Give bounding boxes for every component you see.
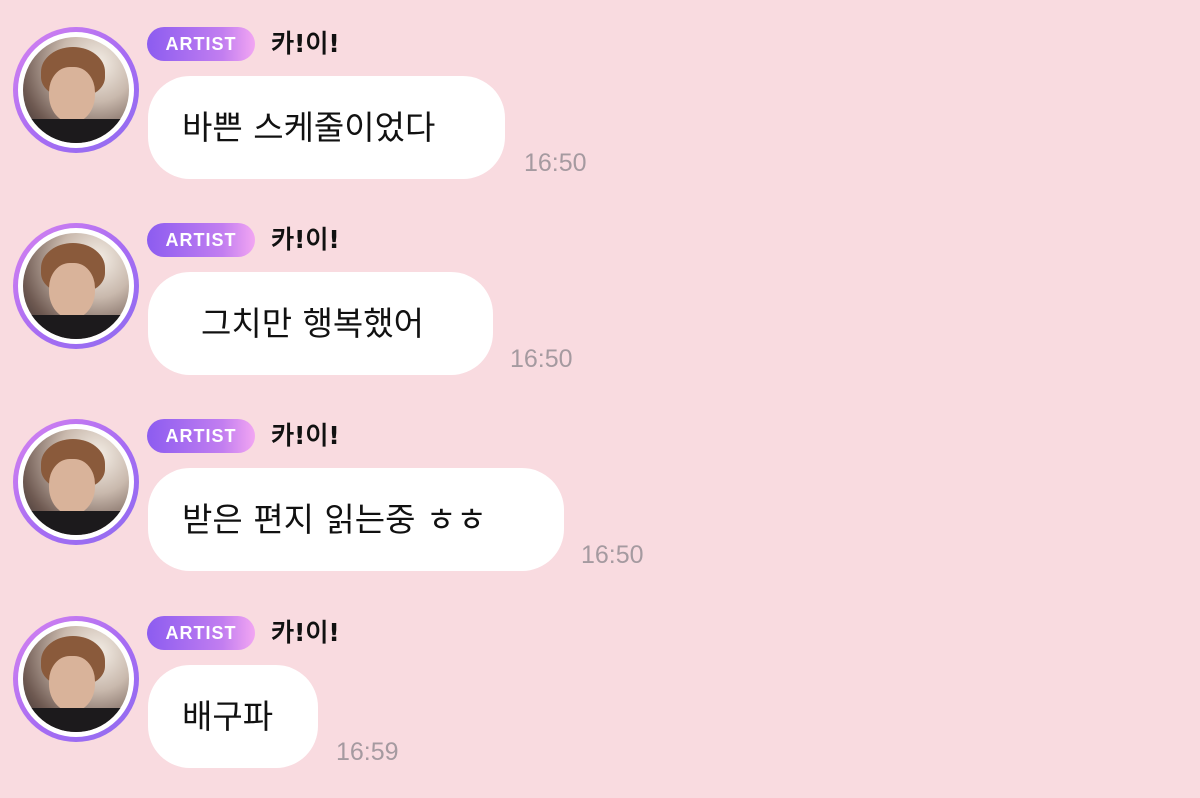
avatar-frame (18, 621, 134, 737)
avatar[interactable] (13, 27, 139, 153)
avatar-shirt (23, 119, 129, 143)
message-timestamp: 16:59 (336, 738, 399, 766)
sender-name: 카!이! (271, 618, 340, 647)
message-bubble[interactable]: 받은 편지 읽는중 ㅎㅎ (148, 468, 564, 571)
avatar-photo-icon (23, 626, 129, 732)
sender-name: 카!이! (271, 29, 340, 58)
avatar[interactable] (13, 419, 139, 545)
message-item: ARTIST 카!이! 그치만 행복했어 16:50 (0, 196, 1200, 376)
avatar-face (49, 656, 95, 712)
avatar-photo-icon (23, 429, 129, 535)
message-bubble[interactable]: 그치만 행복했어 (148, 272, 493, 375)
avatar-frame (18, 424, 134, 540)
message-timestamp: 16:50 (581, 541, 644, 569)
avatar-frame (18, 32, 134, 148)
artist-badge: ARTIST (147, 223, 255, 257)
avatar-face (49, 263, 95, 319)
avatar[interactable] (13, 616, 139, 742)
message-item: ARTIST 카!이! 바쁜 스케줄이었다 16:50 (0, 0, 1200, 180)
avatar-shirt (23, 511, 129, 535)
artist-badge: ARTIST (147, 27, 255, 61)
message-item: ARTIST 카!이! 배구파 16:59 (0, 589, 1200, 769)
sender-name: 카!이! (271, 421, 340, 450)
artist-badge: ARTIST (147, 419, 255, 453)
avatar-face (49, 459, 95, 515)
sender-name: 카!이! (271, 225, 340, 254)
message-bubble[interactable]: 바쁜 스케줄이었다 (148, 76, 505, 179)
message-timestamp: 16:50 (510, 345, 573, 373)
avatar-face (49, 67, 95, 123)
message-timestamp: 16:50 (524, 149, 587, 177)
avatar-photo-icon (23, 37, 129, 143)
avatar-photo-icon (23, 233, 129, 339)
avatar-shirt (23, 708, 129, 732)
message-bubble[interactable]: 배구파 (148, 665, 318, 768)
artist-badge: ARTIST (147, 616, 255, 650)
message-item: ARTIST 카!이! 받은 편지 읽는중 ㅎㅎ 16:50 (0, 392, 1200, 572)
avatar-frame (18, 228, 134, 344)
avatar[interactable] (13, 223, 139, 349)
avatar-shirt (23, 315, 129, 339)
